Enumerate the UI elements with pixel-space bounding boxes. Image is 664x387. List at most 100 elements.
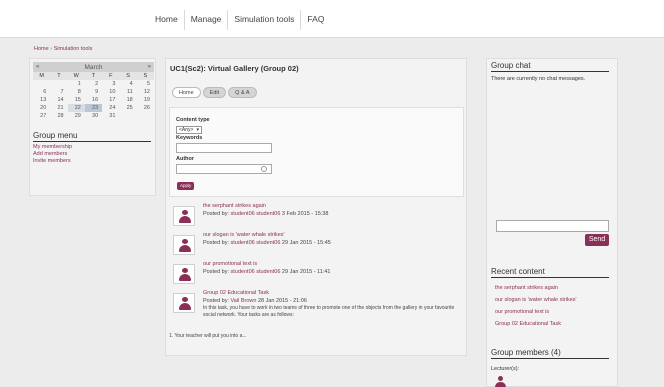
calendar-day[interactable]: 29 (68, 112, 85, 120)
apply-button[interactable]: Apply (177, 182, 195, 190)
calendar-day[interactable]: 21 (50, 104, 67, 112)
calendar-day (119, 112, 136, 120)
calendar-day[interactable]: 25 (119, 104, 136, 112)
lecturer-label: Lecturer(s): (491, 366, 520, 372)
post-meta: Posted by: student06 student06 29 Jan 20… (203, 240, 331, 246)
author-input[interactable] (176, 164, 272, 174)
calendar-day[interactable]: 20 (33, 104, 50, 112)
post-date: 29 Jan 2015 - 15:45 (281, 240, 331, 246)
tab-edit[interactable]: Edit (202, 87, 227, 98)
post-thumbnail[interactable] (173, 264, 195, 284)
calendar-prev-icon[interactable]: « (36, 64, 39, 70)
post-title[interactable]: our promotional text is (203, 261, 257, 267)
calendar-day[interactable]: 27 (33, 112, 50, 120)
calendar-day[interactable]: 28 (50, 112, 67, 120)
calendar-day[interactable]: 8 (68, 88, 85, 96)
post-thumbnail[interactable] (173, 293, 195, 313)
calendar-day[interactable]: 15 (68, 96, 85, 104)
right-sidebar: Group chat There are currently no chat m… (486, 58, 618, 387)
calendar-day[interactable]: 6 (33, 88, 50, 96)
calendar-day (137, 112, 154, 120)
post-thumbnail[interactable] (173, 235, 195, 255)
group-menu-title: Group menu (33, 131, 151, 142)
list-item: Group 02 Educational Task Posted by: Vai… (170, 289, 464, 329)
tab-home[interactable]: Home (172, 87, 201, 98)
nav-simulation-tools[interactable]: Simulation tools (227, 10, 300, 30)
left-sidebar: « March » M T W T F S S 1 2 3 4 5 6 7 8 9 10 11 12 13 14 15 16… (29, 58, 156, 196)
filter-form: Content type <Any> ▾ Keywords Author App… (169, 107, 464, 197)
post-author[interactable]: student06 student06 (231, 211, 281, 217)
nav-manage[interactable]: Manage (183, 10, 228, 30)
content-type-select[interactable]: <Any> ▾ (176, 126, 202, 134)
send-button[interactable]: Send (585, 234, 609, 246)
post-author[interactable]: student06 student06 (231, 240, 281, 246)
calendar-grid: M T W T F S S 1 2 3 4 5 6 7 8 9 10 11 12 13 14 15 16 17 18 19 20 21… (33, 72, 154, 120)
nav-faq[interactable]: FAQ (300, 10, 330, 30)
calendar-day[interactable]: 19 (137, 96, 154, 104)
calendar-day[interactable]: 12 (137, 88, 154, 96)
post-author[interactable]: student06 student06 (231, 269, 281, 275)
chat-input[interactable] (496, 220, 609, 232)
post-title[interactable]: our slogan is 'water whale strikes' (203, 232, 285, 238)
calendar-day[interactable]: 24 (102, 104, 119, 112)
group-chat-title: Group chat (491, 61, 609, 72)
calendar-day[interactable]: 1 (68, 80, 85, 88)
calendar-day[interactable]: 22 (67, 104, 85, 112)
recent-item[interactable]: our promotional text is (495, 309, 549, 315)
calendar-day[interactable]: 9 (85, 88, 102, 96)
group-members-title: Group members (4) (491, 348, 609, 359)
calendar-dow: W (67, 72, 85, 80)
posted-by-label: Posted by: (203, 269, 229, 275)
tab-qa[interactable]: Q & A (228, 87, 257, 98)
calendar-day[interactable]: 10 (102, 88, 119, 96)
calendar-day[interactable]: 23 (84, 104, 103, 112)
keywords-label: Keywords (176, 135, 203, 141)
recent-item[interactable]: the serphant strikes again (495, 285, 558, 291)
breadcrumb-home[interactable]: Home (34, 46, 49, 52)
autocomplete-icon (261, 166, 267, 172)
post-date: 28 Jan 2015 - 21:06 (257, 298, 307, 304)
recent-item[interactable]: Group 02 Educational Task (495, 321, 561, 327)
list-item: the serphant strikes again Posted by: st… (170, 202, 464, 230)
calendar-day[interactable]: 5 (137, 80, 154, 88)
calendar-day (33, 80, 50, 88)
breadcrumb-current[interactable]: Simulation tools (54, 46, 93, 52)
calendar-dow: S (119, 72, 137, 80)
calendar-day[interactable]: 31 (102, 112, 119, 120)
calendar-day[interactable]: 16 (85, 96, 102, 104)
post-thumbnail[interactable] (173, 206, 195, 226)
calendar-day[interactable]: 26 (137, 104, 154, 112)
chat-empty-message: There are currently no chat messages. (491, 76, 586, 82)
menu-my-membership[interactable]: My membership (33, 144, 152, 151)
calendar-day[interactable]: 18 (119, 96, 136, 104)
calendar-day[interactable]: 7 (50, 88, 67, 96)
avatar[interactable] (495, 376, 506, 387)
calendar-next-icon[interactable]: » (148, 64, 151, 70)
main-panel: UC1(Sc2): Virtual Gallery (Group 02) Hom… (165, 58, 467, 356)
nav-home[interactable]: Home (149, 10, 184, 30)
calendar-day[interactable]: 30 (85, 112, 102, 120)
posted-by-label: Posted by: (203, 298, 229, 304)
calendar-dow: S (136, 72, 154, 80)
post-title[interactable]: Group 02 Educational Task (203, 290, 269, 296)
menu-invite-members[interactable]: Invite members (33, 158, 152, 165)
task-excerpt: 1. Your teacher will put you into a... (169, 333, 247, 339)
post-meta: Posted by: student06 student06 3 Feb 201… (203, 211, 328, 217)
calendar-day[interactable]: 3 (102, 80, 119, 88)
recent-content-title: Recent content (491, 267, 609, 278)
calendar-month: March (84, 63, 103, 71)
calendar-day[interactable]: 14 (50, 96, 67, 104)
calendar-day[interactable]: 13 (33, 96, 50, 104)
keywords-input[interactable] (176, 143, 272, 153)
calendar-day[interactable]: 4 (119, 80, 136, 88)
menu-add-members[interactable]: Add members (33, 151, 152, 158)
recent-item[interactable]: our slogan is 'water whale strikes' (495, 297, 577, 303)
posted-by-label: Posted by: (203, 211, 229, 217)
calendar-day[interactable]: 17 (102, 96, 119, 104)
posted-by-label: Posted by: (203, 240, 229, 246)
calendar-day[interactable]: 11 (119, 88, 136, 96)
list-item: our slogan is 'water whale strikes' Post… (170, 231, 464, 259)
post-title[interactable]: the serphant strikes again (203, 203, 266, 209)
post-author[interactable]: Vail Brown (231, 298, 257, 304)
calendar-day[interactable]: 2 (85, 80, 102, 88)
